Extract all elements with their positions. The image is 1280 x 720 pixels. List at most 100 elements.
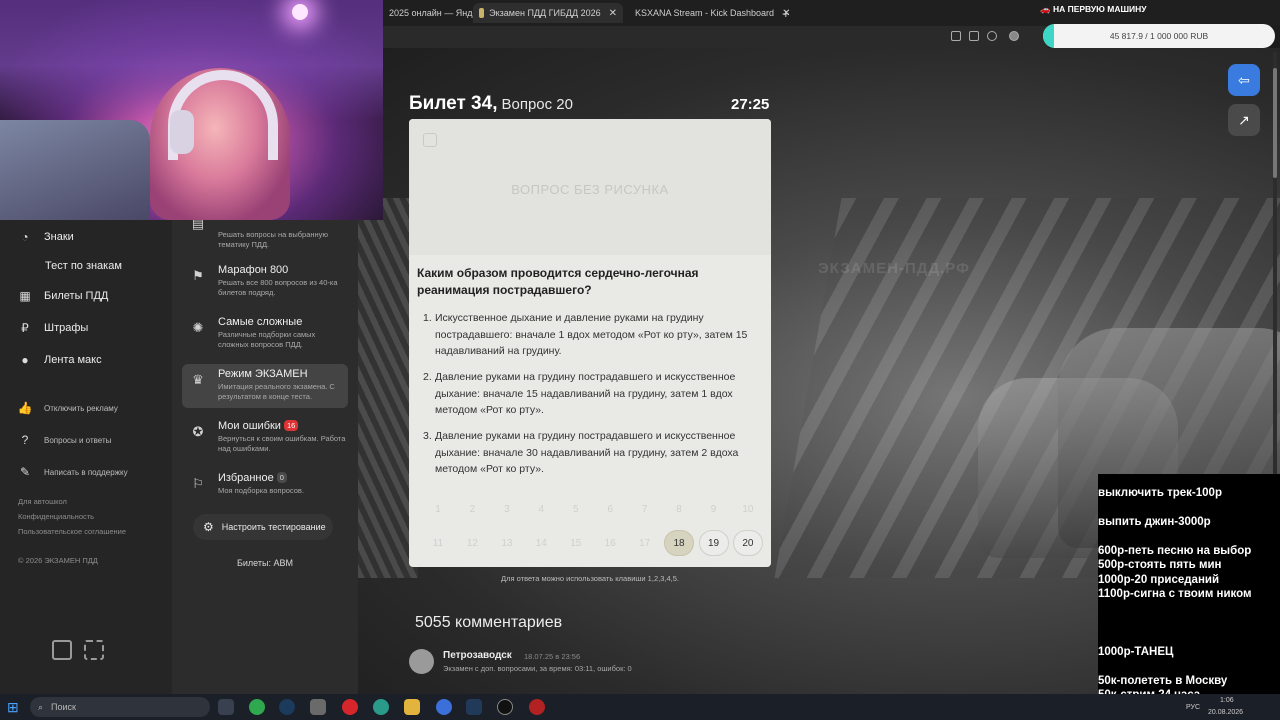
footer-link[interactable]: Пользовательское соглашение: [18, 527, 126, 536]
sidebar-item-label: Штрафы: [44, 322, 89, 334]
windows-start-icon[interactable]: ⊞: [7, 700, 21, 714]
reader-icon[interactable]: [951, 31, 961, 41]
star-icon[interactable]: [987, 31, 997, 41]
system-tray: РУС 1:06 20.08.2026: [1100, 697, 1280, 717]
answer-option[interactable]: 2. Давление руками на грудину пострадавш…: [423, 369, 763, 419]
stats-button[interactable]: ↗: [1228, 104, 1260, 136]
tab-label: 2025 онлайн — Янде: [389, 8, 478, 18]
close-icon[interactable]: ✕: [601, 8, 617, 19]
bookmark-icon[interactable]: [423, 133, 437, 147]
question-nav-button[interactable]: 16: [595, 530, 625, 556]
sidebar-item-label: Избранное: [218, 472, 274, 484]
donation-item: выпить джин-3000р: [1098, 516, 1211, 528]
opera-icon[interactable]: [342, 699, 358, 715]
chrome-icon[interactable]: [249, 699, 265, 715]
answer-number: 2.: [423, 371, 432, 383]
language-indicator[interactable]: РУС: [1186, 704, 1200, 711]
clock-date: 20.08.2026: [1208, 709, 1244, 716]
keyboard-hint: Для ответа можно использовать клавиши 1,…: [501, 574, 679, 583]
sidebar-item-marathon[interactable]: ⚑ Марафон 800 Решать все 800 вопросов из…: [182, 260, 348, 304]
question-nav-button[interactable]: 10: [733, 496, 763, 522]
signs-icon: ◔: [21, 230, 29, 244]
favorites-count-badge: 0: [276, 472, 287, 483]
question-nav-button[interactable]: 18: [664, 530, 695, 556]
question-nav-button[interactable]: 9: [699, 496, 729, 522]
sidebar-item-signs-test[interactable]: Тест по знакам: [45, 260, 122, 272]
answer-option[interactable]: 3. Давление руками на грудину пострадавш…: [423, 428, 763, 478]
question-nav-button[interactable]: 4: [526, 496, 556, 522]
profile-icon[interactable]: [1009, 31, 1019, 41]
question-nav-button[interactable]: 1: [423, 496, 453, 522]
question-nav-button[interactable]: 20: [732, 530, 763, 556]
edge-icon[interactable]: [373, 699, 389, 715]
sidebar-item-fines[interactable]: ₽ Штрафы: [18, 321, 88, 335]
chart-line-icon: ↗: [1238, 111, 1250, 128]
taskbar-search-label: Поиск: [51, 702, 76, 712]
sidebar-item-title: Режим ЭКЗАМЕН: [218, 368, 308, 380]
tickets-category-label: Билеты: ABM: [237, 558, 293, 568]
browser-tab[interactable]: 2025 онлайн — Янде ✕: [383, 3, 494, 23]
question-nav-button[interactable]: 13: [492, 530, 522, 556]
sidebar-item-label: Вопросы и ответы: [44, 435, 112, 445]
bug-icon: ✪: [192, 424, 204, 439]
login-button[interactable]: ⇦: [1228, 64, 1260, 96]
app-icon[interactable]: [529, 699, 545, 715]
sidebar-item-faq[interactable]: ? Вопросы и ответы: [18, 433, 112, 447]
scrollbar-thumb[interactable]: [1273, 68, 1277, 178]
question-image-placeholder: ВОПРОС БЕЗ РИСУНКА: [409, 119, 771, 255]
steam-icon[interactable]: [466, 699, 482, 715]
sidebar-item-exam-mode[interactable]: ♛ Режим ЭКЗАМЕН Имитация реального экзам…: [182, 364, 348, 408]
taskbar-search[interactable]: ⌕ Поиск: [30, 697, 210, 717]
question-nav-button[interactable]: 5: [561, 496, 591, 522]
donation-item: 1000р-20 приседаний: [1098, 574, 1220, 586]
question-number: Вопрос 20: [501, 96, 573, 113]
sidebar-item-signs[interactable]: ◔ Знаки: [18, 230, 73, 244]
answer-option[interactable]: 1. Искусственное дыхание и давление рука…: [423, 310, 763, 360]
footer-link[interactable]: Для автошкол: [18, 497, 67, 506]
obs-icon[interactable]: [497, 699, 513, 715]
question-nav-button[interactable]: 12: [457, 530, 487, 556]
question-nav-button[interactable]: 3: [492, 496, 522, 522]
trophy-icon: ♛: [192, 372, 204, 387]
sidebar-item-support[interactable]: ✎ Написать в поддержку: [18, 465, 128, 479]
question-nav-button[interactable]: 2: [457, 496, 487, 522]
bookmarks-icon[interactable]: [969, 31, 979, 41]
question-nav-button[interactable]: 11: [423, 530, 453, 556]
exit-fullscreen-icon[interactable]: [84, 640, 104, 660]
task-view-icon[interactable]: [218, 699, 234, 715]
sidebar-item-tickets[interactable]: ▦ Билеты ПДД: [18, 289, 108, 303]
configure-test-button[interactable]: ⚙ Настроить тестирование: [193, 514, 333, 540]
question-nav-button[interactable]: 19: [698, 530, 729, 556]
folder-icon[interactable]: [404, 699, 420, 715]
copyright: © 2026 ЭКЗАМЕН ПДД: [18, 556, 98, 565]
app-icon[interactable]: [436, 699, 452, 715]
sidebar-item-title: Самые сложные: [218, 316, 303, 328]
browser-tab[interactable]: KSXANA Stream - Kick Dashboard ✕: [624, 3, 790, 23]
footer-link[interactable]: Конфиденциальность: [18, 512, 94, 521]
comment-author[interactable]: Петрозаводск: [443, 650, 512, 661]
app-icon[interactable]: [310, 699, 326, 715]
fullscreen-icon[interactable]: [52, 640, 72, 660]
question-nav-button[interactable]: 8: [664, 496, 694, 522]
donation-item: 600р-петь песню на выбор: [1098, 545, 1252, 557]
question-navigator-row: 1 2 3 4 5 6 7 8 9 10: [423, 496, 763, 522]
sidebar-item-favorites[interactable]: ⚐ Избранное 0 Моя подборка вопросов.: [182, 468, 348, 512]
sidebar-item-desc: Различные подборки самых сложных вопросо…: [218, 330, 316, 349]
sidebar-item-disable-ads[interactable]: 👍 Отключить рекламу: [18, 401, 118, 415]
new-tab-button[interactable]: +: [776, 3, 796, 23]
sidebar-item-feed[interactable]: ● Лента макс: [18, 353, 102, 367]
sidebar-item-label: Лента макс: [44, 354, 102, 366]
question-nav-button[interactable]: 17: [630, 530, 660, 556]
sidebar-item-mistakes[interactable]: ✪ Мои ошибки 16 Вернуться к своим ошибкам…: [182, 416, 348, 460]
goal-title: 🚗 НА ПЕРВУЮ МАШИНУ: [1040, 4, 1280, 15]
site-favicon-icon: [479, 8, 485, 18]
question-nav-button[interactable]: 6: [595, 496, 625, 522]
question-nav-button[interactable]: 14: [526, 530, 556, 556]
question-nav-button[interactable]: 7: [630, 496, 660, 522]
sidebar-item-label: Отключить рекламу: [44, 403, 118, 413]
sidebar-item-hardest[interactable]: ✺ Самые сложные Различные подборки самых…: [182, 312, 348, 356]
sidebar-item-title: Марафон 800: [218, 264, 289, 276]
question-nav-button[interactable]: 15: [561, 530, 591, 556]
steam-icon[interactable]: [279, 699, 295, 715]
browser-tab-active[interactable]: Экзамен ПДД ГИБДД 2026 ✕: [473, 3, 623, 23]
